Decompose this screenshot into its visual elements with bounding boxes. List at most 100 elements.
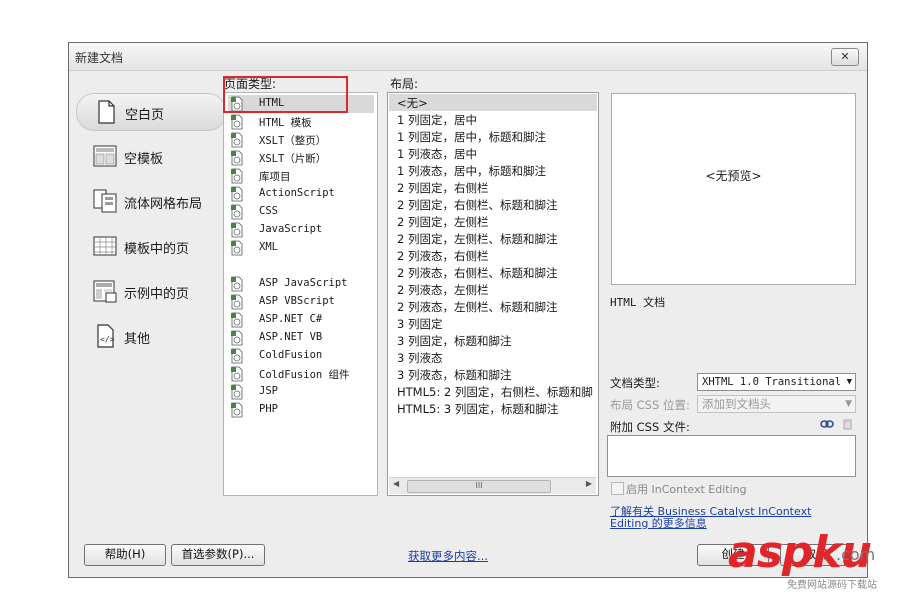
layout-item[interactable]: 1 列液态，居中 <box>389 145 597 162</box>
page-type-item-label: XML <box>259 241 278 253</box>
layout-item[interactable]: <无> <box>389 94 597 111</box>
page-type-item[interactable]: ASP VBScript <box>228 293 374 311</box>
incontext-link-line2[interactable]: Editing 的更多信息 <box>610 515 707 531</box>
layout-item[interactable]: 3 列固定，标题和脚注 <box>389 332 597 349</box>
help-button[interactable]: 帮助(H) <box>84 544 166 566</box>
page-type-item-label: ASP JavaScript <box>259 277 348 289</box>
page-type-item[interactable]: PHP <box>228 401 374 419</box>
layout-item-label: HTML5: 2 列固定，右侧栏、标题和脚 <box>397 385 593 399</box>
document-file-icon <box>231 312 243 328</box>
page-type-item[interactable]: XML <box>228 239 374 257</box>
layout-item-label: 3 列液态，标题和脚注 <box>397 368 512 382</box>
page-type-item[interactable]: JSP <box>228 383 374 401</box>
document-file-icon <box>231 402 243 418</box>
preview-box: <无预览> <box>611 93 856 285</box>
layout-item[interactable]: 2 列液态，右侧栏、标题和脚注 <box>389 264 597 281</box>
layout-item[interactable]: HTML5: 2 列固定，右侧栏、标题和脚 <box>389 383 597 400</box>
page-type-item[interactable]: HTML 模板 <box>228 113 374 131</box>
document-file-icon <box>231 294 243 310</box>
document-file-icon <box>231 222 243 238</box>
layout-item-label: 1 列固定，居中 <box>397 113 477 127</box>
layout-item-label: 2 列液态，左侧栏、标题和脚注 <box>397 300 558 314</box>
document-file-icon <box>231 240 243 256</box>
get-more-content-link[interactable]: 获取更多内容... <box>408 548 488 564</box>
page-type-item[interactable]: XSLT（整页） <box>228 131 374 149</box>
layout-item[interactable]: 1 列固定，居中 <box>389 111 597 128</box>
css-position-select[interactable]: 添加到文档头 ▼ <box>697 395 856 413</box>
page-type-item-label: JSP <box>259 385 278 397</box>
page-type-item[interactable]: ActionScript <box>228 185 374 203</box>
incontext-checkbox[interactable] <box>611 482 624 495</box>
scroll-left-icon[interactable]: ◀ <box>393 479 399 488</box>
layout-item[interactable]: 2 列固定，左侧栏、标题和脚注 <box>389 230 597 247</box>
layout-item-label: 2 列固定，左侧栏、标题和脚注 <box>397 232 558 246</box>
category-fluid-grid[interactable]: 流体网格布局 <box>76 183 224 219</box>
document-file-icon <box>231 384 243 400</box>
layout-item-label: 3 列固定 <box>397 317 443 331</box>
scroll-right-icon[interactable]: ▶ <box>586 479 592 488</box>
watermark-domain: .com <box>836 545 876 564</box>
layout-item[interactable]: 3 列固定 <box>389 315 597 332</box>
layout-item-label: 2 列液态，右侧栏 <box>397 249 489 263</box>
horizontal-scrollbar[interactable]: ◀ III ▶ <box>389 477 596 494</box>
page-type-item[interactable]: JavaScript <box>228 221 374 239</box>
layout-item-label: 3 列固定，标题和脚注 <box>397 334 512 348</box>
layout-item-label: 2 列液态，左侧栏 <box>397 283 489 297</box>
page-type-list[interactable]: HTML HTML 模板 XSLT（整页） XSLT（片断） 库项目 ActionScri… <box>223 92 378 496</box>
layout-item[interactable]: 2 列固定，左侧栏 <box>389 213 597 230</box>
doctype-select[interactable]: XHTML 1.0 Transitional ▼ <box>697 373 856 391</box>
page-type-item[interactable]: ColdFusion <box>228 347 374 365</box>
layout-item[interactable]: 2 列液态，左侧栏、标题和脚注 <box>389 298 597 315</box>
dropdown-arrow-icon: ▼ <box>845 399 852 409</box>
page-type-item-label: PHP <box>259 403 278 415</box>
layout-item[interactable]: 1 列液态，居中，标题和脚注 <box>389 162 597 179</box>
page-type-item-label: CSS <box>259 205 278 217</box>
trash-icon[interactable] <box>842 418 853 430</box>
page-type-item-label: ColdFusion <box>259 349 323 361</box>
category-blank-page[interactable]: 空白页 <box>76 93 226 131</box>
page-type-item[interactable]: 库项目 <box>228 167 374 185</box>
layout-item[interactable]: 2 列固定，右侧栏 <box>389 179 597 196</box>
page-type-item[interactable]: ColdFusion 组件 <box>228 365 374 383</box>
category-blank-template[interactable]: 空模板 <box>76 138 224 174</box>
layout-item[interactable]: 2 列固定，右侧栏、标题和脚注 <box>389 196 597 213</box>
page-type-item[interactable]: XSLT（片断） <box>228 149 374 167</box>
layout-item-label: 2 列液态，右侧栏、标题和脚注 <box>397 266 558 280</box>
document-file-icon <box>231 132 243 148</box>
layout-item[interactable]: 1 列固定，居中，标题和脚注 <box>389 128 597 145</box>
layout-item[interactable]: 2 列液态，左侧栏 <box>389 281 597 298</box>
page-type-item-label: ActionScript <box>259 187 335 199</box>
watermark-tagline: 免费网站源码下载站 <box>787 580 877 591</box>
layout-item-label: 2 列固定，右侧栏 <box>397 181 489 195</box>
layout-item[interactable]: 2 列液态，右侧栏 <box>389 247 597 264</box>
page-type-item[interactable]: ASP.NET VB <box>228 329 374 347</box>
layout-item-label: HTML5: 3 列固定，标题和脚注 <box>397 402 559 416</box>
page-type-item[interactable]: ASP JavaScript <box>228 275 374 293</box>
page-type-item-label: XSLT（整页） <box>259 135 327 147</box>
document-file-icon <box>231 204 243 220</box>
page-type-item[interactable]: CSS <box>228 203 374 221</box>
document-file-icon <box>231 366 243 382</box>
close-button[interactable]: ✕ <box>831 48 859 66</box>
category-template-page[interactable]: 模板中的页 <box>76 228 224 264</box>
page-type-item[interactable]: ASP.NET C# <box>228 311 374 329</box>
category-sample-page[interactable]: 示例中的页 <box>76 273 224 309</box>
preferences-button[interactable]: 首选参数(P)... <box>171 544 265 566</box>
category-other[interactable]: </> 其他 <box>76 318 224 354</box>
layout-item[interactable]: 3 列液态 <box>389 349 597 366</box>
document-file-icon <box>231 276 243 292</box>
layout-item-label: 3 列液态 <box>397 351 443 365</box>
category-label: 示例中的页 <box>124 287 190 302</box>
attached-css-list[interactable] <box>607 435 856 477</box>
category-label: 空模板 <box>124 152 164 167</box>
scroll-thumb[interactable]: III <box>407 480 551 493</box>
layout-list[interactable]: ◀ III ▶ <无> 1 列固定，居中 1 列固定，居中，标题和脚注 1 列液态，居… <box>387 92 599 496</box>
code-file-icon: </> <box>97 324 115 348</box>
layout-item[interactable]: 3 列液态，标题和脚注 <box>389 366 597 383</box>
layout-item[interactable]: HTML5: 3 列固定，标题和脚注 <box>389 400 597 417</box>
layout-item-label: 2 列固定，右侧栏、标题和脚注 <box>397 198 558 212</box>
page-type-item-label: ASP.NET VB <box>259 331 323 343</box>
fluid-grid-icon <box>93 189 117 213</box>
layout-item-label: 1 列液态，居中，标题和脚注 <box>397 164 546 178</box>
link-css-icon[interactable] <box>820 419 834 429</box>
